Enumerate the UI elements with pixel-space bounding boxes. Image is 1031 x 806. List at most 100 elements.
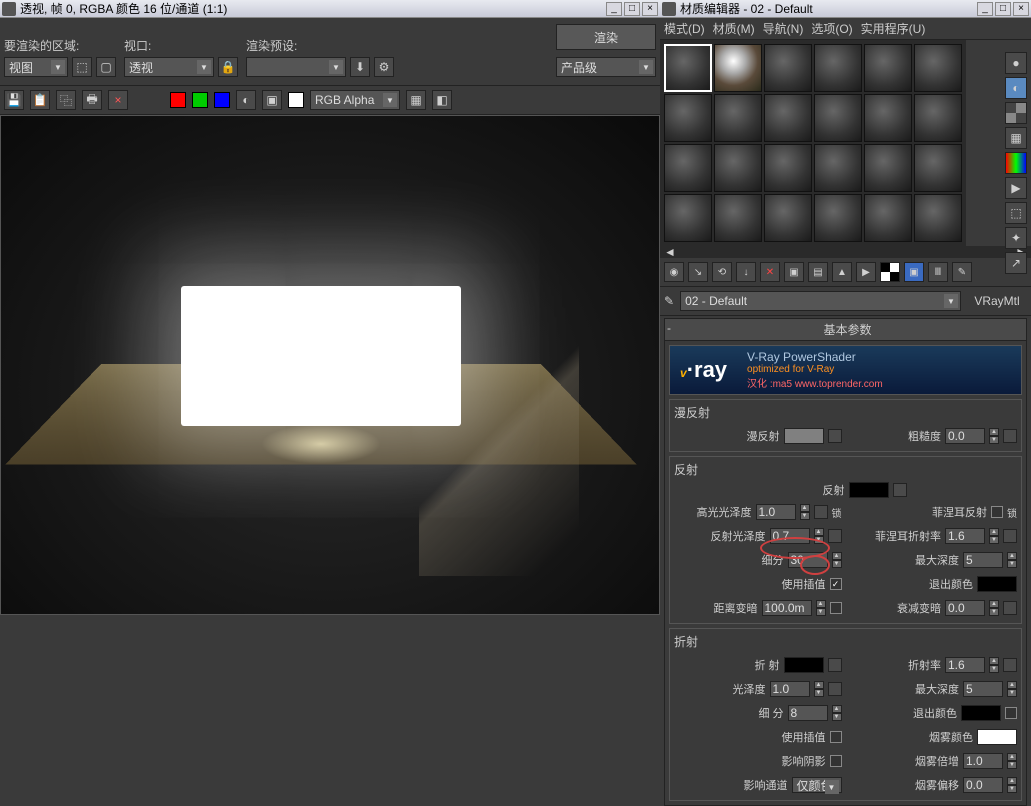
select-by-mat-icon[interactable]: ✦	[1005, 227, 1027, 249]
material-slot[interactable]	[664, 194, 712, 242]
alpha-icon[interactable]: ◐	[236, 90, 256, 110]
fresnel-checkbox[interactable]	[991, 506, 1003, 518]
make-preview-icon[interactable]: ▶	[1005, 177, 1027, 199]
refr-subdiv-spinner[interactable]: 8	[788, 705, 828, 721]
material-name-select[interactable]: 02 - Default▼	[680, 291, 961, 311]
material-slot[interactable]	[864, 94, 912, 142]
refr-gloss-spinner[interactable]: 1.0	[770, 681, 810, 697]
material-slot[interactable]	[814, 94, 862, 142]
fresnel-ior-map-button[interactable]	[1003, 529, 1017, 543]
refr-exit-color-swatch[interactable]	[961, 705, 1001, 721]
material-slot[interactable]	[814, 44, 862, 92]
material-slot[interactable]	[714, 44, 762, 92]
material-slot[interactable]	[764, 144, 812, 192]
green-channel[interactable]	[192, 92, 208, 108]
reset-icon[interactable]: ⟲	[712, 262, 732, 282]
viewport-select[interactable]: 透视▼	[124, 57, 214, 77]
refl-gloss-map-button[interactable]	[828, 529, 842, 543]
show-map-icon[interactable]: ▣	[784, 262, 804, 282]
menu-options[interactable]: 选项(O)	[811, 20, 852, 37]
pick-icon[interactable]: ✎	[952, 262, 972, 282]
ior-spinner[interactable]: 1.6	[945, 657, 985, 673]
fog-mult-spinner[interactable]: 1.0	[963, 753, 1003, 769]
maximize-button[interactable]: □	[995, 2, 1011, 16]
save-icon[interactable]: 💾	[4, 90, 24, 110]
assign-icon[interactable]: ↘	[688, 262, 708, 282]
reflect-map-button[interactable]	[893, 483, 907, 497]
delete-icon[interactable]: ×	[108, 90, 128, 110]
menu-mode[interactable]: 模式(D)	[664, 20, 705, 37]
material-slot[interactable]	[864, 144, 912, 192]
minimize-button[interactable]: _	[606, 2, 622, 16]
material-slot[interactable]	[714, 194, 762, 242]
lock-icon[interactable]: 🔒	[218, 57, 238, 77]
preset-select[interactable]: ▼	[246, 57, 346, 77]
ior-map-button[interactable]	[1003, 658, 1017, 672]
material-slot[interactable]	[714, 94, 762, 142]
fog-color-swatch[interactable]	[977, 729, 1017, 745]
rollout-header[interactable]: -基本参数	[665, 319, 1026, 341]
hilight-gloss-spinner[interactable]: 1.0	[756, 504, 796, 520]
preset-save-icon[interactable]: ⬇	[350, 57, 370, 77]
minimize-button[interactable]: _	[977, 2, 993, 16]
eyedropper-icon[interactable]: ✎	[664, 294, 674, 308]
menu-material[interactable]: 材质(M)	[713, 20, 755, 37]
refr-gloss-map-button[interactable]	[828, 682, 842, 696]
background-icon[interactable]	[1005, 102, 1027, 124]
channel-select[interactable]: RGB Alpha▼	[310, 90, 400, 110]
refract-color-swatch[interactable]	[784, 657, 824, 673]
close-button[interactable]: ×	[642, 2, 658, 16]
material-type-button[interactable]: VRayMtl	[967, 294, 1027, 308]
split-icon[interactable]: ◧	[432, 90, 452, 110]
material-scrollbar[interactable]: ◄►	[660, 246, 1031, 258]
put-to-scene-icon[interactable]: ↓	[736, 262, 756, 282]
output-select[interactable]: 产品级▼	[556, 57, 656, 77]
options-icon[interactable]: ⬚	[1005, 202, 1027, 224]
fresnel-ior-spinner[interactable]: 1.6	[945, 528, 985, 544]
material-slot[interactable]	[764, 44, 812, 92]
crop-icon[interactable]: ▢	[96, 57, 116, 77]
clone-icon[interactable]: ⿻	[56, 90, 76, 110]
delete-icon[interactable]: ✕	[760, 262, 780, 282]
refr-max-depth-spinner[interactable]: 5	[963, 681, 1003, 697]
dim-falloff-spinner[interactable]: 0.0	[945, 600, 985, 616]
roughness-map-button[interactable]	[1003, 429, 1017, 443]
mono-icon[interactable]: ▣	[262, 90, 282, 110]
render-viewport[interactable]	[0, 115, 660, 615]
blue-channel[interactable]	[214, 92, 230, 108]
render-area-select[interactable]: 视图▼	[4, 57, 68, 77]
affect-channel-select[interactable]: 仅颜色▼	[792, 777, 842, 793]
diffuse-map-button[interactable]	[828, 429, 842, 443]
refr-exit-checkbox[interactable]	[1005, 707, 1017, 719]
material-slot[interactable]	[664, 44, 712, 92]
material-slot[interactable]	[764, 94, 812, 142]
material-slot[interactable]	[914, 94, 962, 142]
fog-bias-spinner[interactable]: 0.0	[963, 777, 1003, 793]
get-material-icon[interactable]: ◉	[664, 262, 684, 282]
maximize-button[interactable]: □	[624, 2, 640, 16]
menu-navigate[interactable]: 导航(N)	[763, 20, 804, 37]
refract-map-button[interactable]	[828, 658, 842, 672]
go-parent-icon[interactable]: ▲	[832, 262, 852, 282]
use-interp-checkbox[interactable]: ✓	[830, 578, 842, 590]
backlight-icon[interactable]: ◐	[1005, 77, 1027, 99]
material-slot[interactable]	[864, 44, 912, 92]
sample-type-icon[interactable]: ●	[1005, 52, 1027, 74]
roughness-spinner[interactable]: 0.0	[945, 428, 985, 444]
subdiv-spinner[interactable]: 30	[788, 552, 828, 568]
preset-settings-icon[interactable]: ⚙	[374, 57, 394, 77]
hilight-map-button[interactable]	[814, 505, 828, 519]
material-slot[interactable]	[714, 144, 762, 192]
checker-icon[interactable]	[880, 262, 900, 282]
material-slot[interactable]	[664, 94, 712, 142]
print-icon[interactable]: 🖶	[82, 90, 102, 110]
max-depth-spinner[interactable]: 5	[963, 552, 1003, 568]
white-swatch[interactable]	[288, 92, 304, 108]
show-end-icon[interactable]: ▤	[808, 262, 828, 282]
material-slot[interactable]	[864, 194, 912, 242]
menu-utilities[interactable]: 实用程序(U)	[861, 20, 926, 37]
dim-falloff-map-button[interactable]	[1003, 601, 1017, 615]
material-map-nav-icon[interactable]: ↗	[1005, 252, 1027, 274]
material-slot[interactable]	[914, 194, 962, 242]
go-forward-icon[interactable]: ▶	[856, 262, 876, 282]
